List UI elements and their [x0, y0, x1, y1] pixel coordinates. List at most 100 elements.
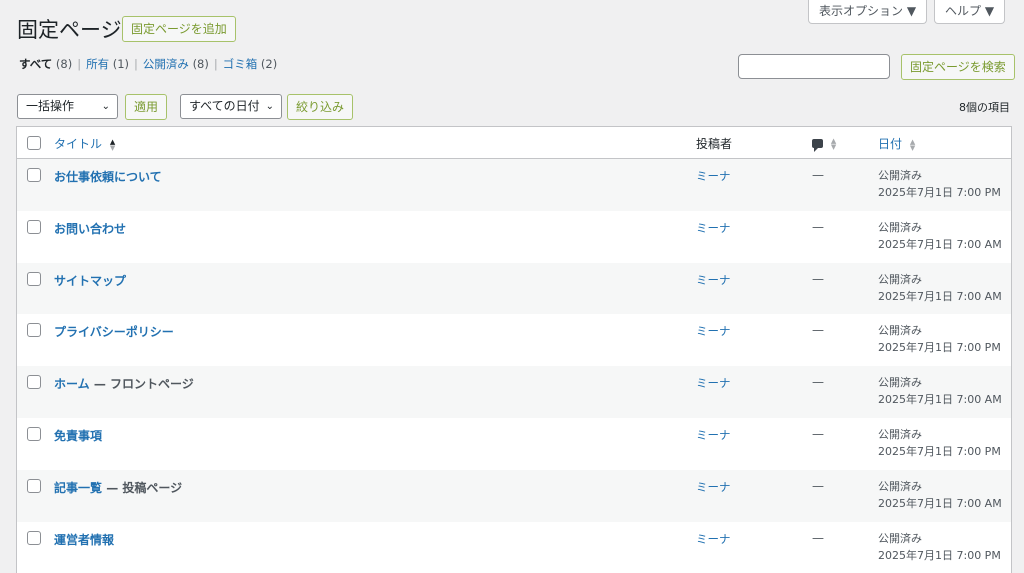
apply-button[interactable]: 適用 [125, 94, 168, 120]
date-cell: 公開済み 2025年7月1日 7:00 AM [878, 271, 1002, 305]
row-checkbox[interactable] [27, 478, 41, 493]
status-label: 公開済み [878, 376, 922, 390]
view-trash[interactable]: ゴミ箱 (2) [223, 57, 277, 71]
table-body: お仕事依頼について ミーナ — 公開済み 2025年7月1日 7:00 PM お問い合わせ… [17, 159, 1011, 573]
page-title-cell: プライバシーポリシー [54, 323, 174, 340]
add-new-page-button[interactable]: 固定ページを追加 [122, 16, 236, 42]
filter-button[interactable]: 絞り込み [287, 94, 354, 120]
row-checkbox[interactable] [27, 323, 41, 338]
comments-cell: — [812, 478, 824, 493]
date-cell: 公開済み 2025年7月1日 7:00 PM [878, 322, 1001, 356]
date-label: 2025年7月1日 7:00 AM [878, 393, 1002, 407]
pages-table: タイトル ▲ ▼ 投稿者 ▲ ▼ 日付 ▲ ▼ お仕事依頼について ミーナ — 公開済み 20… [16, 126, 1012, 573]
date-label: 2025年7月1日 7:00 AM [878, 237, 1002, 251]
comments-cell: — [812, 375, 824, 390]
author-link[interactable]: ミーナ [696, 272, 731, 288]
table-row: サイトマップ ミーナ — 公開済み 2025年7月1日 7:00 AM [17, 262, 1011, 315]
date-cell: 公開済み 2025年7月1日 7:00 AM [878, 219, 1002, 253]
author-link[interactable]: ミーナ [696, 375, 731, 391]
page-title-cell: サイトマップ [54, 272, 126, 289]
search-pages-button[interactable]: 固定ページを検索 [901, 54, 1015, 80]
author-link[interactable]: ミーナ [696, 168, 731, 184]
row-checkbox[interactable] [27, 271, 41, 286]
page-title-link[interactable]: ホーム [54, 377, 90, 391]
date-filter-select[interactable]: すべての日付 ⌄ [180, 94, 282, 119]
date-cell: 公開済み 2025年7月1日 7:00 PM [878, 167, 1001, 201]
view-all[interactable]: すべて (8) [19, 57, 72, 71]
table-row: お仕事依頼について ミーナ — 公開済み 2025年7月1日 7:00 PM [17, 159, 1011, 211]
table-row: お問い合わせ ミーナ — 公開済み 2025年7月1日 7:00 AM [17, 211, 1011, 263]
chevron-down-icon: ⌄ [101, 101, 110, 112]
comments-cell: — [812, 168, 824, 182]
status-label: 公開済み [878, 427, 922, 441]
author-link[interactable]: ミーナ [696, 479, 731, 495]
table-row: 運営者情報 ミーナ — 公開済み 2025年7月1日 7:00 PM [17, 522, 1011, 573]
page-title-link[interactable]: お問い合わせ [54, 222, 126, 236]
page-state-label: — 投稿ページ [102, 480, 183, 495]
row-checkbox[interactable] [27, 530, 41, 545]
column-author: 投稿者 [696, 137, 733, 151]
table-row: ホーム — フロントページ ミーナ — 公開済み 2025年7月1日 7:00 AM [17, 366, 1011, 418]
page-title-link[interactable]: プライバシーポリシー [54, 325, 174, 339]
comments-cell: — [812, 426, 824, 441]
status-label: 公開済み [878, 479, 922, 493]
status-label: 公開済み [878, 169, 922, 182]
author-link[interactable]: ミーナ [696, 427, 731, 443]
help-button[interactable]: ヘルプ ▼ [934, 0, 1006, 24]
date-label: 2025年7月1日 7:00 PM [878, 186, 1001, 199]
row-checkbox[interactable] [27, 375, 41, 390]
row-checkbox[interactable] [27, 219, 41, 234]
page-state-label: — フロントページ [89, 377, 194, 392]
page-title-cell: お問い合わせ [54, 220, 126, 237]
table-row: 免責事項 ミーナ — 公開済み 2025年7月1日 7:00 PM [17, 418, 1011, 470]
page-title-cell: 免責事項 [54, 427, 102, 444]
page-title-cell: 運営者情報 [54, 531, 114, 548]
author-link[interactable]: ミーナ [696, 220, 731, 236]
comments-cell: — [812, 530, 824, 545]
sort-arrows-icon: ▲ ▼ [109, 137, 116, 152]
view-published[interactable]: 公開済み (8) [143, 57, 209, 71]
screen-options-button[interactable]: 表示オプション ▼ [808, 0, 928, 24]
date-cell: 公開済み 2025年7月1日 7:00 PM [878, 530, 1001, 564]
status-label: 公開済み [878, 324, 922, 338]
sort-arrows-icon: ▲ ▼ [830, 136, 837, 151]
date-label: 2025年7月1日 7:00 PM [878, 548, 1001, 562]
page-title-link[interactable]: 免責事項 [54, 429, 102, 443]
column-date-sort[interactable]: 日付 ▲ ▼ [878, 135, 915, 152]
view-mine[interactable]: 所有 (1) [86, 57, 129, 71]
column-title-sort[interactable]: タイトル ▲ ▼ [54, 135, 115, 152]
page-title-cell: お仕事依頼について [54, 168, 162, 185]
column-comments-sort[interactable]: ▲ ▼ [812, 136, 837, 152]
table-row: 記事一覧 — 投稿ページ ミーナ — 公開済み 2025年7月1日 7:00 AM [17, 469, 1011, 522]
table-header: タイトル ▲ ▼ 投稿者 ▲ ▼ 日付 ▲ ▼ [17, 127, 1011, 159]
search-input[interactable] [738, 54, 890, 79]
page-title-cell: ホーム — フロントページ [54, 375, 194, 392]
page-title-link[interactable]: 運営者情報 [54, 533, 114, 547]
date-cell: 公開済み 2025年7月1日 7:00 AM [878, 478, 1002, 512]
table-row: プライバシーポリシー ミーナ — 公開済み 2025年7月1日 7:00 PM [17, 314, 1011, 366]
page-title-link[interactable]: サイトマップ [54, 274, 126, 288]
author-link[interactable]: ミーナ [696, 323, 731, 339]
view-filters: すべて (8) | 所有 (1) | 公開済み (8) | ゴミ箱 (2) [19, 57, 278, 71]
comment-bubble-icon [812, 139, 823, 152]
page-title: 固定ページ [17, 18, 122, 42]
page-title-cell: 記事一覧 — 投稿ページ [54, 479, 182, 496]
page-title-link[interactable]: お仕事依頼について [54, 170, 162, 184]
select-all-checkbox[interactable] [27, 136, 41, 150]
date-label: 2025年7月1日 7:00 PM [878, 444, 1001, 458]
row-checkbox[interactable] [27, 168, 41, 182]
status-label: 公開済み [878, 220, 922, 234]
author-link[interactable]: ミーナ [696, 531, 731, 547]
bulk-actions-select[interactable]: 一括操作 ⌄ [17, 94, 118, 119]
date-cell: 公開済み 2025年7月1日 7:00 AM [878, 374, 1002, 408]
date-cell: 公開済み 2025年7月1日 7:00 PM [878, 426, 1001, 460]
date-label: 2025年7月1日 7:00 AM [878, 496, 1002, 510]
status-label: 公開済み [878, 272, 922, 286]
page-title-link[interactable]: 記事一覧 [54, 481, 102, 495]
comments-cell: — [812, 271, 824, 286]
comments-cell: — [812, 323, 824, 338]
sort-arrows-icon: ▲ ▼ [909, 137, 916, 152]
row-checkbox[interactable] [27, 426, 41, 441]
date-label: 2025年7月1日 7:00 PM [878, 341, 1001, 355]
date-label: 2025年7月1日 7:00 AM [878, 289, 1002, 303]
